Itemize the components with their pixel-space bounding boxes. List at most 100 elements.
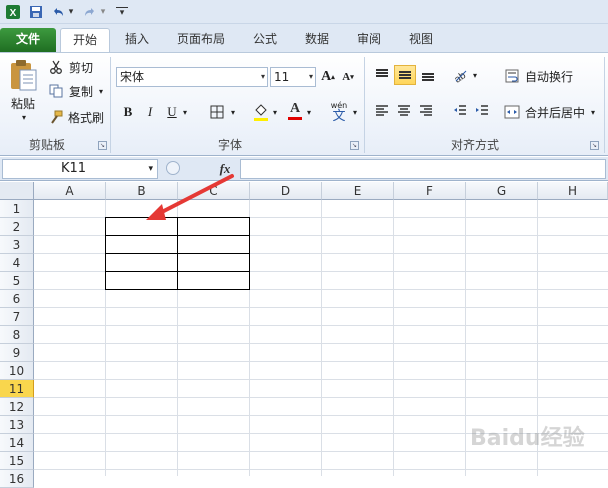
merge-center-button[interactable]: 合并后居中	[522, 103, 588, 121]
bold-button[interactable]: B	[120, 103, 136, 121]
tab-review[interactable]: 审阅	[348, 28, 390, 52]
merge-center-dropdown-icon[interactable]: ▾	[588, 103, 598, 121]
cell-c2[interactable]	[177, 217, 250, 236]
cell-b4[interactable]	[105, 253, 178, 272]
row-header-8[interactable]: 8	[0, 326, 34, 344]
font-color-dropdown-icon[interactable]: ▾	[304, 103, 314, 121]
align-bottom-icon[interactable]	[418, 65, 438, 85]
row-header-15[interactable]: 15	[0, 452, 34, 470]
worksheet-grid[interactable]: A B C D E F G H 1 2 3 4 5 6 7 8 9 10 11 …	[0, 182, 608, 488]
save-icon[interactable]	[28, 3, 44, 21]
fill-color-dropdown-icon[interactable]: ▾	[270, 103, 280, 121]
decrease-indent-icon[interactable]	[450, 101, 470, 121]
orientation-dropdown-icon[interactable]: ▾	[470, 65, 480, 85]
paste-button[interactable]: 粘贴	[6, 95, 40, 111]
row-header-7[interactable]: 7	[0, 308, 34, 326]
row-header-5[interactable]: 5	[0, 272, 34, 290]
font-size-combo[interactable]: 11 ▾	[270, 67, 316, 87]
grow-font-button[interactable]: A ▴	[320, 67, 336, 87]
insert-function-button[interactable]: fx	[214, 159, 236, 179]
redo-dropdown-icon[interactable]: ▾	[98, 3, 108, 21]
cut-button[interactable]: 剪切	[66, 59, 96, 75]
tab-file[interactable]: 文件	[0, 28, 56, 52]
redo-icon[interactable]	[82, 3, 98, 21]
copy-dropdown-icon[interactable]: ▾	[96, 83, 106, 99]
cell-c4[interactable]	[177, 253, 250, 272]
row-header-1[interactable]: 1	[0, 200, 34, 218]
cell-c3[interactable]	[177, 235, 250, 254]
gridline	[34, 343, 608, 344]
row-header-4[interactable]: 4	[0, 254, 34, 272]
font-color-button[interactable]: A	[286, 99, 304, 121]
underline-dropdown-icon[interactable]: ▾	[180, 103, 190, 121]
column-header-f[interactable]: F	[394, 182, 466, 200]
shrink-font-button[interactable]: A ▾	[340, 67, 356, 87]
row-header-9[interactable]: 9	[0, 344, 34, 362]
format-painter-icon[interactable]	[48, 109, 64, 125]
column-header-c[interactable]: C	[178, 182, 250, 200]
align-middle-icon[interactable]	[394, 65, 416, 85]
column-header-e[interactable]: E	[322, 182, 394, 200]
font-name-combo[interactable]: 宋体 ▾	[116, 67, 268, 87]
column-header-a[interactable]: A	[34, 182, 106, 200]
tab-formulas[interactable]: 公式	[244, 28, 286, 52]
wrap-text-icon[interactable]	[504, 67, 520, 85]
phonetic-guide-button[interactable]: wén 文	[328, 97, 350, 125]
cell-b5[interactable]	[105, 271, 178, 290]
font-launcher-icon[interactable]: ↘	[350, 141, 359, 150]
formula-input[interactable]	[240, 159, 606, 179]
tab-home[interactable]: 开始	[60, 28, 110, 52]
column-header-g[interactable]: G	[466, 182, 538, 200]
cell-b2[interactable]	[105, 217, 178, 236]
undo-icon[interactable]	[50, 3, 66, 21]
select-all-button[interactable]	[0, 182, 34, 200]
cell-c5[interactable]	[177, 271, 250, 290]
column-header-h[interactable]: H	[538, 182, 608, 200]
align-top-icon[interactable]	[372, 65, 392, 85]
clipboard-launcher-icon[interactable]: ↘	[98, 141, 107, 150]
tab-insert[interactable]: 插入	[116, 28, 158, 52]
fill-color-icon[interactable]	[252, 101, 270, 123]
copy-button[interactable]: 复制	[66, 83, 96, 99]
align-left-icon[interactable]	[372, 101, 392, 121]
row-header-12[interactable]: 12	[0, 398, 34, 416]
customize-toolbar-icon[interactable]: ▾	[116, 7, 128, 18]
align-center-icon[interactable]	[394, 101, 414, 121]
wrap-text-button[interactable]: 自动换行	[522, 67, 576, 85]
tab-view[interactable]: 视图	[400, 28, 442, 52]
tab-data[interactable]: 数据	[296, 28, 338, 52]
formula-bar-resize-handle[interactable]	[166, 161, 180, 175]
font-size-dropdown-icon[interactable]: ▾	[309, 68, 313, 86]
row-header-16[interactable]: 16	[0, 470, 34, 488]
name-box[interactable]: K11 ▾	[2, 159, 158, 179]
row-header-10[interactable]: 10	[0, 362, 34, 380]
paste-icon[interactable]	[6, 57, 40, 93]
column-header-d[interactable]: D	[250, 182, 322, 200]
cell-b3[interactable]	[105, 235, 178, 254]
format-painter-button[interactable]: 格式刷	[66, 109, 106, 125]
borders-icon[interactable]	[208, 103, 226, 121]
alignment-launcher-icon[interactable]: ↘	[590, 141, 599, 150]
paste-dropdown-icon[interactable]: ▾	[18, 111, 30, 123]
increase-indent-icon[interactable]	[472, 101, 492, 121]
row-header-11[interactable]: 11	[0, 380, 34, 398]
row-header-3[interactable]: 3	[0, 236, 34, 254]
column-header-b[interactable]: B	[106, 182, 178, 200]
cut-icon[interactable]	[48, 59, 64, 75]
borders-dropdown-icon[interactable]: ▾	[228, 103, 238, 121]
row-header-6[interactable]: 6	[0, 290, 34, 308]
copy-icon[interactable]	[48, 83, 64, 99]
tab-page-layout[interactable]: 页面布局	[168, 28, 234, 52]
orientation-icon[interactable]: ab	[450, 65, 470, 85]
align-right-icon[interactable]	[416, 101, 436, 121]
italic-button[interactable]: I	[142, 103, 158, 121]
undo-dropdown-icon[interactable]: ▾	[66, 3, 76, 21]
row-header-2[interactable]: 2	[0, 218, 34, 236]
phonetic-dropdown-icon[interactable]: ▾	[350, 103, 360, 121]
row-header-14[interactable]: 14	[0, 434, 34, 452]
name-box-dropdown-icon[interactable]: ▾	[148, 160, 153, 178]
underline-button[interactable]: U	[164, 103, 180, 121]
font-name-dropdown-icon[interactable]: ▾	[261, 68, 265, 86]
merge-center-icon[interactable]	[504, 103, 520, 121]
row-header-13[interactable]: 13	[0, 416, 34, 434]
